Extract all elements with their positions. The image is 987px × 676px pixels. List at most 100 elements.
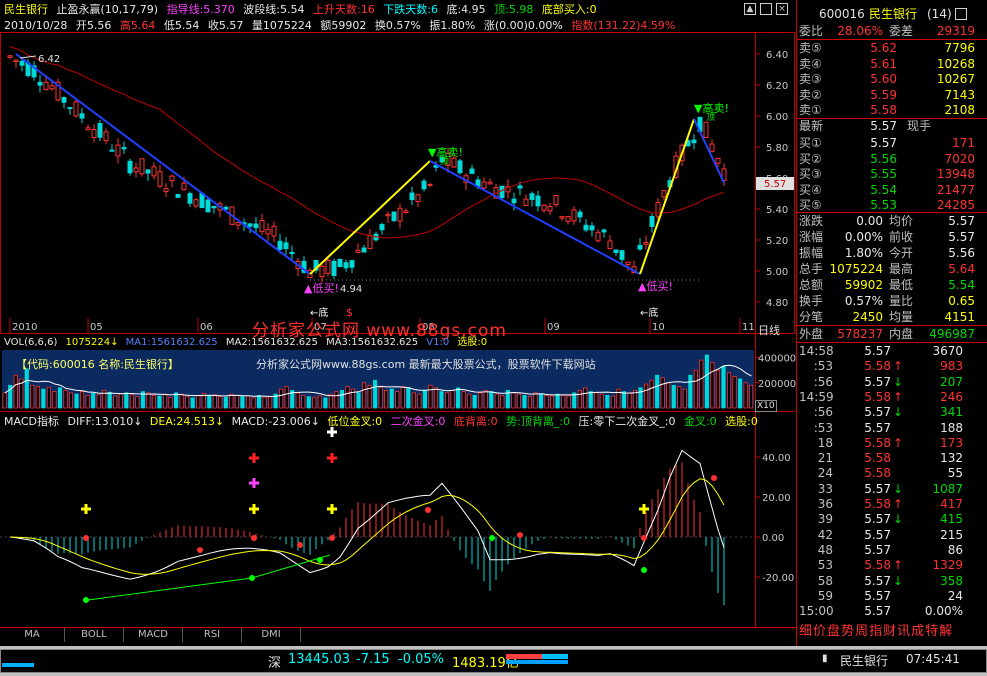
tick-price: 5.57 xyxy=(864,512,891,527)
stat-label: 涨幅 xyxy=(799,230,824,244)
tick-row: 36 5.58 ↑ 417 xyxy=(797,497,973,512)
vol-title: VOL(6,6,6) xyxy=(4,337,58,348)
macd-diff: DIFF:13.010 xyxy=(67,415,134,428)
chart-canvas[interactable]: 6.406.206.005.805.605.405.205.004.802010… xyxy=(0,0,796,627)
candle xyxy=(187,193,193,204)
cross-point xyxy=(711,475,717,481)
macd-sig4: 势:顶背离_:0 xyxy=(506,415,571,428)
tick-price: 5.57 xyxy=(864,405,891,420)
status-stock[interactable]: 民生银行 xyxy=(840,652,888,669)
candle xyxy=(265,228,271,235)
y-tick-label: 6.00 xyxy=(766,112,788,123)
panel-tab[interactable]: 指 xyxy=(869,624,883,639)
stat-value: 2450 xyxy=(852,310,883,324)
volume-bar xyxy=(256,394,262,409)
volume-bar xyxy=(196,394,201,409)
panel-tab[interactable]: 财 xyxy=(883,624,897,639)
candle xyxy=(703,121,709,139)
tick-volume: 358 xyxy=(940,573,963,588)
weibi-label: 委比 xyxy=(799,24,824,38)
candle xyxy=(625,261,631,265)
bid-label: 买① xyxy=(799,136,822,150)
tick-row: 33 5.57 ↓ 1087 xyxy=(797,482,973,497)
macd-value: MACD:-23.006 xyxy=(231,415,311,428)
volume-bar xyxy=(339,389,345,409)
signal-cross-icon xyxy=(81,504,91,514)
volume-bar xyxy=(168,396,173,409)
volume-bar xyxy=(577,389,582,409)
tick-price: 5.57 xyxy=(864,374,891,389)
volume-bar xyxy=(174,392,179,409)
tick-price: 5.58 xyxy=(864,359,891,374)
signal-cross-icon xyxy=(327,504,337,514)
tab-boll[interactable]: BOLL xyxy=(65,628,124,642)
candle xyxy=(49,85,55,90)
volume-bar xyxy=(162,393,168,409)
candle xyxy=(427,183,433,186)
bid-price: 5.53 xyxy=(870,198,897,212)
tab-macd[interactable]: MACD xyxy=(124,628,183,642)
tick-row: 53 5.58 ↑ 1329 xyxy=(797,558,973,573)
panel-tab[interactable]: 讯 xyxy=(897,624,911,639)
panel-tab[interactable]: 盘 xyxy=(827,624,841,639)
tick-time: 39 xyxy=(817,512,833,527)
panel-tab[interactable]: 特 xyxy=(925,624,939,639)
volume-bar xyxy=(135,396,140,409)
volume-bar xyxy=(594,392,599,409)
volume-bar xyxy=(621,391,627,409)
tab-dmi[interactable]: DMI xyxy=(242,628,301,642)
panel-tab[interactable]: 势 xyxy=(841,624,855,639)
candle xyxy=(61,97,67,103)
y-tick-label: 5.00 xyxy=(766,267,788,278)
main-panel-frame xyxy=(0,32,795,334)
tab-rsi[interactable]: RSI xyxy=(183,628,242,642)
top-marker: 顶 xyxy=(706,112,715,123)
panel-tab[interactable]: 周 xyxy=(855,624,869,639)
tick-time: 18 xyxy=(817,435,833,450)
tab-ma[interactable]: MA xyxy=(0,628,65,642)
volume-bar xyxy=(721,365,726,409)
candle xyxy=(121,146,127,150)
candle xyxy=(559,216,565,219)
candle xyxy=(451,157,457,168)
bid-row: 买③ 5.55 13948 xyxy=(797,167,975,182)
period-label[interactable]: 日线 xyxy=(758,322,780,338)
volume-bar xyxy=(710,362,715,409)
volume-bar xyxy=(113,395,118,409)
top-marker: 顶 xyxy=(440,156,449,167)
candle xyxy=(661,190,667,198)
candle xyxy=(547,206,553,212)
volume-bar xyxy=(262,396,267,409)
vol-ma3: MA3:1561632.625 xyxy=(326,337,419,348)
candle xyxy=(607,240,613,250)
candle xyxy=(655,202,661,217)
panel-tab[interactable]: 成 xyxy=(911,624,925,639)
volume-bar xyxy=(146,392,151,409)
panel-tab[interactable]: 细 xyxy=(799,624,813,639)
stat-label: 涨跌 xyxy=(799,214,824,228)
volume-bar xyxy=(218,396,223,409)
signal-icon[interactable]: ▮ xyxy=(822,653,834,665)
signal-cross-icon xyxy=(249,504,259,514)
ask-row: 卖④ 5.61 10268 xyxy=(797,57,975,72)
buy-signal: ▲低买! xyxy=(638,280,673,293)
ask-label: 卖③ xyxy=(799,72,822,86)
tick-row: :56 5.57 ↓ 341 xyxy=(797,405,973,420)
x-tick-label: 11 xyxy=(742,322,755,333)
cross-point xyxy=(489,535,495,541)
panel-maximize-icon[interactable] xyxy=(955,8,967,20)
bid-label: 买③ xyxy=(799,167,822,181)
vol-banner-left: 【代码:600016 名称:民生银行】 xyxy=(16,358,179,371)
stat-row: 涨跌 0.00 均价 5.57 xyxy=(797,214,975,229)
volume-bar xyxy=(450,389,455,409)
volume-bar xyxy=(483,389,488,409)
macd-dea: DEA:24.513 xyxy=(149,415,215,428)
candle xyxy=(601,229,607,233)
candle xyxy=(91,129,97,138)
tick-row: 14:59 5.58 ↑ 246 xyxy=(797,390,973,405)
panel-tab[interactable]: 解 xyxy=(939,624,953,639)
panel-tab[interactable]: 价 xyxy=(813,624,827,639)
candle xyxy=(133,167,139,173)
macd-title: MACD指标 xyxy=(4,415,59,428)
volume-bar xyxy=(384,389,389,409)
